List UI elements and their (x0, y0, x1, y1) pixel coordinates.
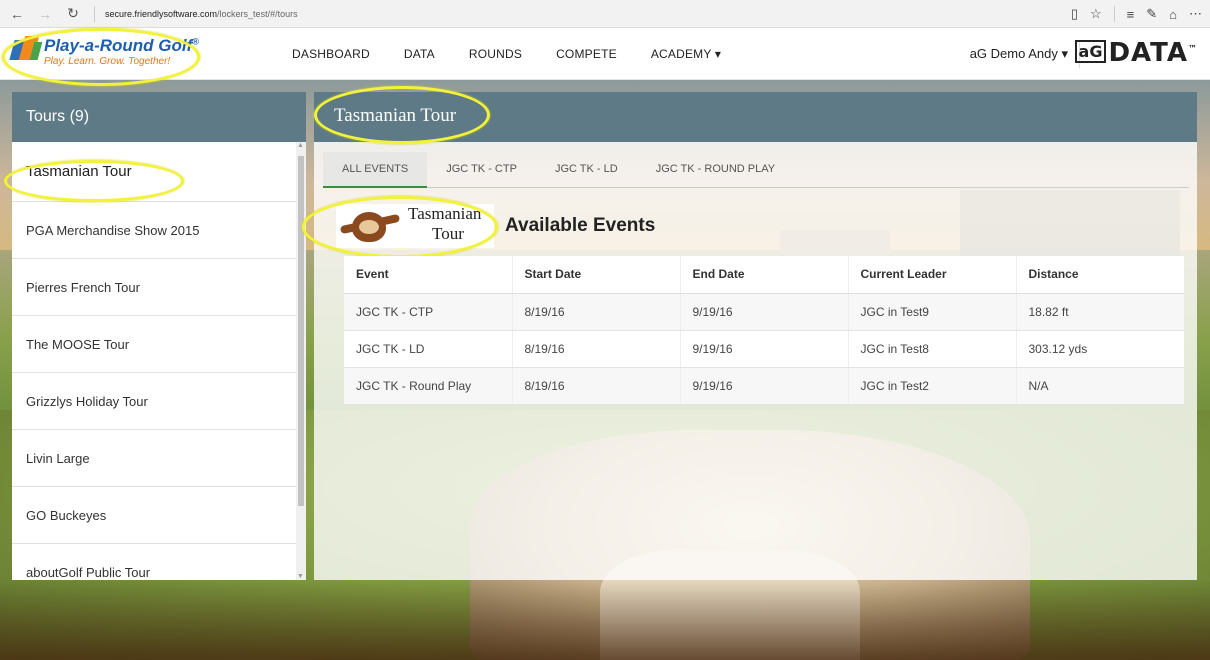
available-events-heading: Available Events (505, 215, 656, 236)
agdata-logo: aG DATA™ (1074, 38, 1198, 68)
tour-item-livin-large[interactable]: Livin Large (12, 430, 296, 487)
col-event: Event (344, 256, 513, 294)
main-menu: DASHBOARD DATA ROUNDS COMPETE ACADEMY ▾ (292, 28, 721, 80)
col-start-date: Start Date (512, 256, 681, 294)
cell-event: JGC TK - LD (344, 330, 513, 368)
cell-start-date: 8/19/16 (512, 330, 681, 368)
top-navigation: Play-a-Round Golf® Play. Learn. Grow. To… (0, 28, 1210, 86)
tour-item-moose[interactable]: The MOOSE Tour (12, 316, 296, 373)
tour-logo-highlight-ring (302, 196, 498, 258)
tours-list: Tasmanian Tour PGA Merchandise Show 2015… (12, 142, 296, 580)
hub-icon[interactable]: ≡ (1127, 7, 1135, 22)
cell-end-date: 9/19/16 (680, 293, 849, 331)
nav-compete[interactable]: COMPETE (556, 47, 617, 61)
tours-header: Tours (9) (12, 92, 306, 142)
table-row[interactable]: JGC TK - Round Play 8/19/16 9/19/16 JGC … (344, 367, 1184, 405)
tour-highlight-ring (4, 160, 184, 202)
cell-distance: 303.12 yds (1016, 330, 1184, 368)
tours-scrollbar[interactable]: ▲ ▼ (296, 142, 306, 580)
tour-detail-panel: Tasmanian Tour ALL EVENTS JGC TK - CTP J… (302, 86, 1197, 580)
events-table: Event Start Date End Date Current Leader… (344, 256, 1184, 405)
tour-item-grizzlys-holiday[interactable]: Grizzlys Holiday Tour (12, 373, 296, 430)
user-menu[interactable]: aG Demo Andy ▾ (970, 46, 1068, 62)
tab-jgc-tk-ctp[interactable]: JGC TK - CTP (427, 152, 536, 188)
favorite-star-icon[interactable]: ☆ (1090, 6, 1102, 22)
refresh-icon[interactable]: ↻ (62, 5, 84, 22)
scrollbar-thumb[interactable] (298, 156, 304, 506)
title-highlight-ring (314, 86, 490, 144)
cell-start-date: 8/19/16 (512, 367, 681, 405)
cell-distance: N/A (1016, 367, 1184, 405)
logo-highlight-ring (2, 28, 200, 86)
share-icon[interactable]: ⌂ (1169, 7, 1177, 22)
col-end-date: End Date (680, 256, 849, 294)
cell-current-leader: JGC in Test9 (848, 293, 1017, 331)
cell-current-leader: JGC in Test8 (848, 330, 1017, 368)
tab-jgc-tk-round-play[interactable]: JGC TK - ROUND PLAY (637, 152, 794, 188)
tab-all-events[interactable]: ALL EVENTS (323, 152, 428, 188)
back-icon[interactable]: ← (6, 6, 28, 22)
col-current-leader: Current Leader (848, 256, 1017, 294)
nav-dashboard[interactable]: DASHBOARD (292, 47, 370, 61)
table-header-row: Event Start Date End Date Current Leader… (344, 256, 1184, 294)
cell-event: JGC TK - Round Play (344, 367, 513, 405)
more-icon[interactable]: ⋯ (1189, 6, 1202, 22)
nav-data[interactable]: DATA (404, 47, 435, 61)
browser-toolbar: ← → ↻ secure.friendlysoftware.com/locker… (0, 0, 1210, 28)
cell-distance: 18.82 ft (1016, 293, 1184, 331)
col-distance: Distance (1016, 256, 1184, 294)
cell-end-date: 9/19/16 (680, 330, 849, 368)
tab-jgc-tk-ld[interactable]: JGC TK - LD (536, 152, 637, 188)
address-bar[interactable]: secure.friendlysoftware.com/lockers_test… (105, 9, 298, 19)
tour-item-aboutgolf-public[interactable]: aboutGolf Public Tour (12, 544, 296, 580)
scroll-down-icon[interactable]: ▼ (297, 573, 304, 580)
tour-item-go-buckeyes[interactable]: GO Buckeyes (12, 487, 296, 544)
nav-academy-dropdown[interactable]: ACADEMY ▾ (651, 47, 721, 61)
event-tabs: ALL EVENTS JGC TK - CTP JGC TK - LD JGC … (323, 152, 1189, 188)
reading-view-icon[interactable]: ▯ (1071, 6, 1078, 22)
table-row[interactable]: JGC TK - LD 8/19/16 9/19/16 JGC in Test8… (344, 330, 1184, 368)
tour-item-pierres-french[interactable]: Pierres French Tour (12, 259, 296, 316)
cell-event: JGC TK - CTP (344, 293, 513, 331)
scroll-up-icon[interactable]: ▲ (297, 142, 304, 149)
table-row[interactable]: JGC TK - CTP 8/19/16 9/19/16 JGC in Test… (344, 293, 1184, 331)
web-note-icon[interactable]: ✎ (1146, 6, 1157, 22)
tour-item-pga-merchandise[interactable]: PGA Merchandise Show 2015 (12, 202, 296, 259)
tours-panel: Tours (9) Tasmanian Tour PGA Merchandise… (4, 92, 306, 580)
cell-end-date: 9/19/16 (680, 367, 849, 405)
forward-icon[interactable]: → (34, 6, 56, 22)
cell-current-leader: JGC in Test2 (848, 367, 1017, 405)
nav-rounds[interactable]: ROUNDS (469, 47, 522, 61)
cell-start-date: 8/19/16 (512, 293, 681, 331)
